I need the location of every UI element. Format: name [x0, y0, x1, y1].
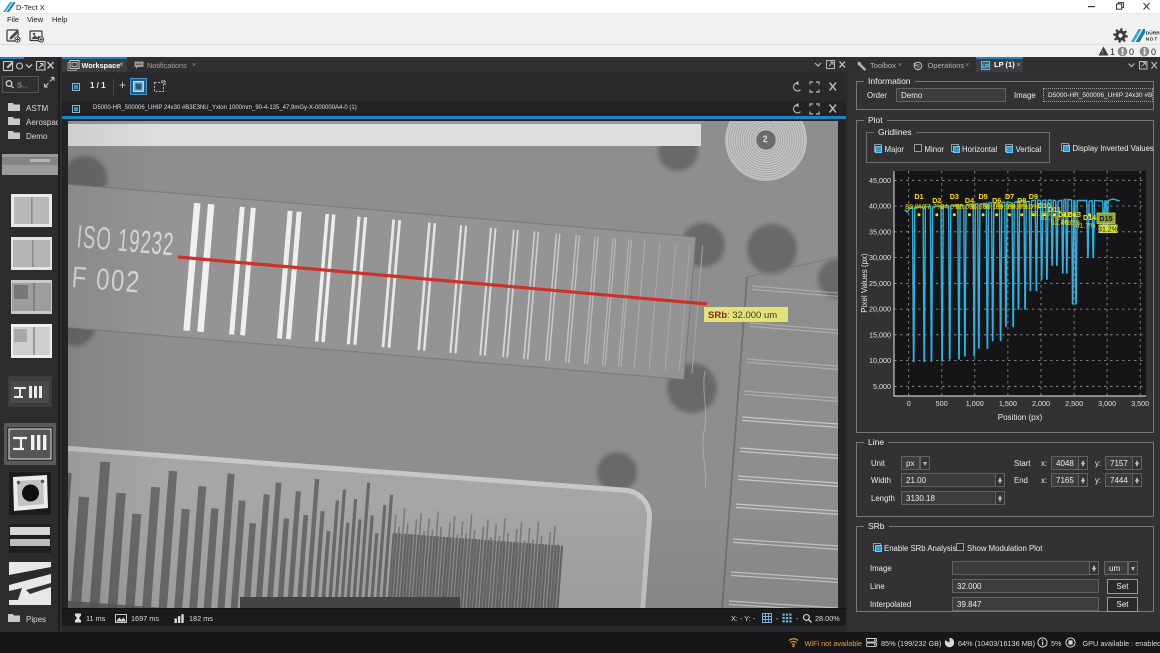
- svg-text:500: 500: [936, 399, 948, 408]
- svg-text:3,500: 3,500: [1131, 399, 1149, 408]
- svg-text:45,000: 45,000: [869, 176, 891, 185]
- svg-text:Pixel Values (px): Pixel Values (px): [860, 253, 869, 313]
- svg-text:2,500: 2,500: [1065, 399, 1083, 408]
- svg-text:D14: D14: [1083, 213, 1096, 222]
- svg-text:10,000: 10,000: [869, 356, 891, 365]
- svg-text:SRb: 32.000 um: SRb: 32.000 um: [708, 310, 777, 321]
- svg-text:Aerospac: Aerospac: [26, 118, 58, 127]
- svg-text:31.2%: 31.2%: [1098, 226, 1118, 233]
- svg-text:D5: D5: [978, 192, 987, 201]
- svg-text:0: 0: [1151, 47, 1156, 57]
- svg-text:78.0%: 78.0%: [1019, 204, 1039, 211]
- svg-text:0: 0: [1129, 47, 1134, 57]
- svg-text:35,000: 35,000: [869, 227, 891, 236]
- svg-text:NDT: NDT: [1146, 36, 1158, 42]
- svg-text:D15: D15: [1099, 214, 1112, 223]
- svg-text:D13: D13: [1068, 210, 1081, 219]
- svg-text:ASTM: ASTM: [26, 104, 49, 113]
- svg-text:40,000: 40,000: [869, 202, 891, 211]
- svg-text:25,000: 25,000: [869, 279, 891, 288]
- svg-text:1,500: 1,500: [999, 399, 1017, 408]
- svg-text:2,000: 2,000: [1032, 399, 1050, 408]
- svg-text:Pipes: Pipes: [26, 615, 46, 624]
- svg-text:D3: D3: [950, 192, 959, 201]
- svg-text:DÜRR: DÜRR: [1146, 30, 1160, 37]
- svg-text:5,000: 5,000: [873, 382, 891, 391]
- svg-text:S...: S...: [17, 81, 28, 90]
- svg-text:20,000: 20,000: [869, 305, 891, 314]
- svg-text:1: 1: [1110, 47, 1115, 57]
- svg-text:Demo: Demo: [26, 132, 48, 141]
- svg-text:1,000: 1,000: [966, 399, 984, 408]
- svg-text:0: 0: [907, 399, 911, 408]
- svg-text:LP: LP: [982, 63, 989, 69]
- svg-text:15,000: 15,000: [869, 330, 891, 339]
- svg-text:D7: D7: [1005, 192, 1014, 201]
- svg-text:D1: D1: [914, 192, 923, 201]
- svg-text:D9: D9: [1029, 192, 1038, 201]
- svg-text:3,000: 3,000: [1098, 399, 1116, 408]
- svg-text:30,000: 30,000: [869, 253, 891, 262]
- svg-text:Position (px): Position (px): [998, 413, 1043, 422]
- svg-text:41.7%: 41.7%: [1076, 223, 1096, 230]
